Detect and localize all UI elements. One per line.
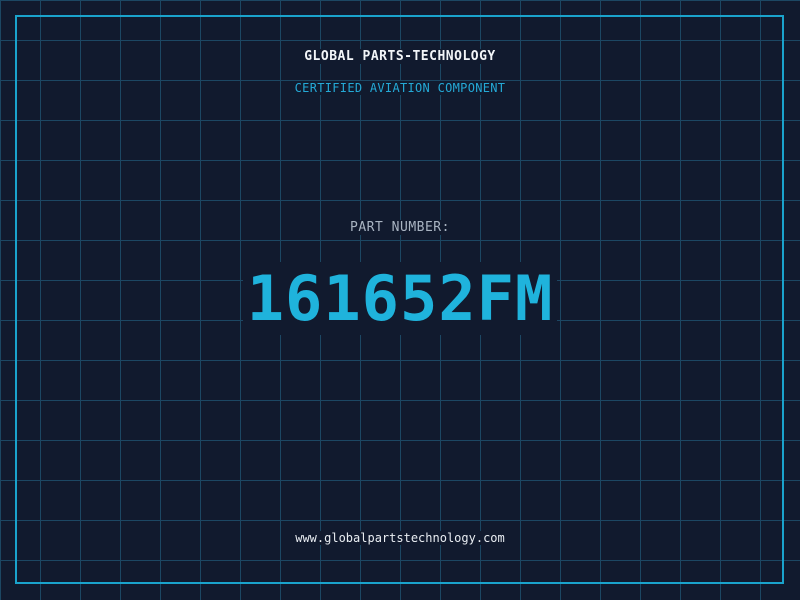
website-url: www.globalpartstechnology.com xyxy=(0,530,800,547)
company-name-text: GLOBAL PARTS-TECHNOLOGY xyxy=(304,49,496,64)
part-number-label-text: PART NUMBER: xyxy=(350,220,450,235)
company-name: GLOBAL PARTS-TECHNOLOGY xyxy=(0,48,800,66)
website-url-text: www.globalpartstechnology.com xyxy=(295,531,505,545)
part-number-label: PART NUMBER: xyxy=(0,219,800,237)
certification-tagline-text: CERTIFIED AVIATION COMPONENT xyxy=(294,81,506,95)
certification-tagline: CERTIFIED AVIATION COMPONENT xyxy=(0,80,800,97)
part-number-value-text: 161652FM xyxy=(242,262,558,335)
label-canvas: GLOBAL PARTS-TECHNOLOGY CERTIFIED AVIATI… xyxy=(0,0,800,600)
part-number-value: 161652FM xyxy=(0,262,800,336)
